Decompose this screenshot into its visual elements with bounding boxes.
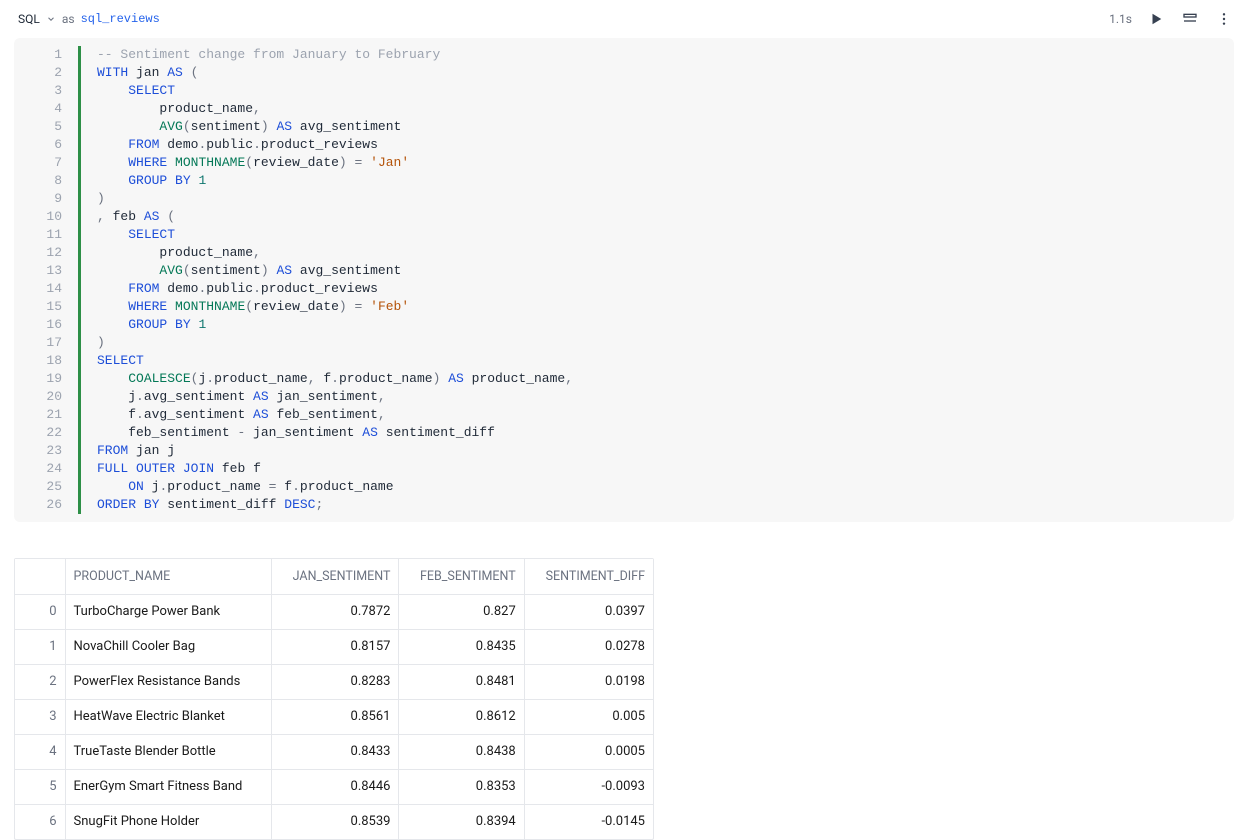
row-index: 5 [15, 769, 65, 804]
code-line[interactable]: FROM demo.public.product_reviews [97, 280, 1234, 298]
code-line[interactable]: ) [97, 190, 1234, 208]
cell-product-name: HeatWave Electric Blanket [65, 699, 271, 734]
code-line[interactable]: f.avg_sentiment AS feb_sentiment, [97, 406, 1234, 424]
results-table: PRODUCT_NAME JAN_SENTIMENT FEB_SENTIMENT… [14, 558, 654, 840]
code-line[interactable]: , feb AS ( [97, 208, 1234, 226]
code-line[interactable]: feb_sentiment - jan_sentiment AS sentime… [97, 424, 1234, 442]
code-line[interactable]: product_name, [97, 244, 1234, 262]
layout-icon[interactable] [1180, 9, 1200, 29]
code-line[interactable]: -- Sentiment change from January to Febr… [97, 46, 1234, 64]
cell-feb: 0.8353 [399, 769, 524, 804]
cell-jan: 0.7872 [271, 594, 399, 629]
cell-jan: 0.8446 [271, 769, 399, 804]
cell-diff: 0.0198 [524, 664, 653, 699]
table-row[interactable]: 6SnugFit Phone Holder0.85390.8394-0.0145 [15, 804, 653, 839]
code-line[interactable]: FULL OUTER JOIN feb f [97, 460, 1234, 478]
row-index: 0 [15, 594, 65, 629]
row-index: 2 [15, 664, 65, 699]
table-row[interactable]: 0TurboCharge Power Bank0.78720.8270.0397 [15, 594, 653, 629]
as-label: as [62, 12, 75, 26]
table-row[interactable]: 4TrueTaste Blender Bottle0.84330.84380.0… [15, 734, 653, 769]
cell-product-name: EnerGym Smart Fitness Band [65, 769, 271, 804]
col-sentiment-diff[interactable]: SENTIMENT_DIFF [524, 559, 653, 594]
table-header-row: PRODUCT_NAME JAN_SENTIMENT FEB_SENTIMENT… [15, 559, 653, 594]
code-line[interactable]: COALESCE(j.product_name, f.product_name)… [97, 370, 1234, 388]
cell-feb: 0.8394 [399, 804, 524, 839]
code-body[interactable]: -- Sentiment change from January to Febr… [78, 46, 1234, 514]
run-icon[interactable] [1146, 9, 1166, 29]
cell-product-name: TrueTaste Blender Bottle [65, 734, 271, 769]
line-gutter: 1234567891011121314151617181920212223242… [14, 46, 78, 514]
code-line[interactable]: FROM jan j [97, 442, 1234, 460]
cell-product-name: PowerFlex Resistance Bands [65, 664, 271, 699]
cell-feb: 0.827 [399, 594, 524, 629]
cell-diff: 0.0278 [524, 629, 653, 664]
more-vertical-icon[interactable] [1214, 9, 1234, 29]
code-line[interactable]: FROM demo.public.product_reviews [97, 136, 1234, 154]
code-line[interactable]: GROUP BY 1 [97, 172, 1234, 190]
row-index: 4 [15, 734, 65, 769]
cell-jan: 0.8433 [271, 734, 399, 769]
variable-name[interactable]: sql_reviews [81, 12, 160, 26]
language-selector[interactable]: SQL [18, 12, 40, 26]
code-line[interactable]: AVG(sentiment) AS avg_sentiment [97, 262, 1234, 280]
col-jan-sentiment[interactable]: JAN_SENTIMENT [271, 559, 399, 594]
table-row[interactable]: 2PowerFlex Resistance Bands0.82830.84810… [15, 664, 653, 699]
cell-toolbar: SQL as sql_reviews 1.1s [14, 6, 1234, 32]
code-line[interactable]: SELECT [97, 352, 1234, 370]
cell-jan: 0.8283 [271, 664, 399, 699]
code-editor[interactable]: 1234567891011121314151617181920212223242… [14, 38, 1234, 522]
cell-diff: 0.0397 [524, 594, 653, 629]
code-line[interactable]: ) [97, 334, 1234, 352]
code-line[interactable]: AVG(sentiment) AS avg_sentiment [97, 118, 1234, 136]
cell-diff: -0.0093 [524, 769, 653, 804]
col-product-name[interactable]: PRODUCT_NAME [65, 559, 271, 594]
row-index: 1 [15, 629, 65, 664]
cell-product-name: NovaChill Cooler Bag [65, 629, 271, 664]
table-row[interactable]: 5EnerGym Smart Fitness Band0.84460.8353-… [15, 769, 653, 804]
table-row[interactable]: 1NovaChill Cooler Bag0.81570.84350.0278 [15, 629, 653, 664]
code-line[interactable]: SELECT [97, 82, 1234, 100]
code-line[interactable]: ON j.product_name = f.product_name [97, 478, 1234, 496]
code-line[interactable]: product_name, [97, 100, 1234, 118]
code-line[interactable]: WHERE MONTHNAME(review_date) = 'Jan' [97, 154, 1234, 172]
cell-feb: 0.8438 [399, 734, 524, 769]
cell-jan: 0.8539 [271, 804, 399, 839]
code-line[interactable]: WITH jan AS ( [97, 64, 1234, 82]
table-row[interactable]: 3HeatWave Electric Blanket0.85610.86120.… [15, 699, 653, 734]
col-feb-sentiment[interactable]: FEB_SENTIMENT [399, 559, 524, 594]
code-line[interactable]: SELECT [97, 226, 1234, 244]
code-line[interactable]: WHERE MONTHNAME(review_date) = 'Feb' [97, 298, 1234, 316]
row-index: 6 [15, 804, 65, 839]
cell-feb: 0.8612 [399, 699, 524, 734]
index-header [15, 559, 65, 594]
code-line[interactable]: ORDER BY sentiment_diff DESC; [97, 496, 1234, 514]
cell-feb: 0.8435 [399, 629, 524, 664]
chevron-down-icon[interactable] [46, 14, 56, 24]
row-index: 3 [15, 699, 65, 734]
cell-jan: 0.8561 [271, 699, 399, 734]
execution-duration: 1.1s [1109, 12, 1132, 26]
cell-diff: 0.0005 [524, 734, 653, 769]
code-line[interactable]: j.avg_sentiment AS jan_sentiment, [97, 388, 1234, 406]
cell-product-name: SnugFit Phone Holder [65, 804, 271, 839]
code-line[interactable]: GROUP BY 1 [97, 316, 1234, 334]
cell-diff: -0.0145 [524, 804, 653, 839]
cell-jan: 0.8157 [271, 629, 399, 664]
cell-feb: 0.8481 [399, 664, 524, 699]
cell-product-name: TurboCharge Power Bank [65, 594, 271, 629]
cell-diff: 0.005 [524, 699, 653, 734]
